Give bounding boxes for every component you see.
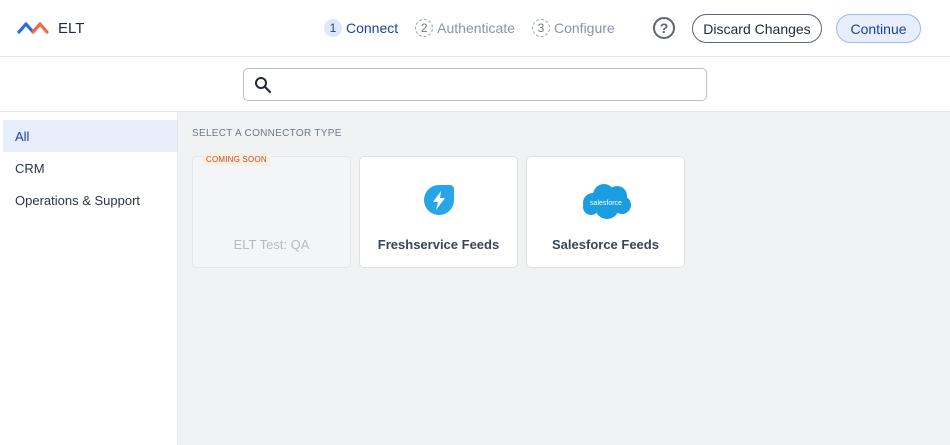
connector-card-salesforce-feeds[interactable]: salesforce Salesforce Feeds xyxy=(526,156,685,268)
app-header: ELT 1 Connect 2 Authenticate 3 Configure… xyxy=(0,0,950,57)
salesforce-icon: salesforce xyxy=(582,184,631,219)
wizard-steps: 1 Connect 2 Authenticate 3 Configure xyxy=(324,18,632,38)
connector-name: ELT Test: QA xyxy=(233,237,310,252)
step-connect[interactable]: 1 Connect xyxy=(324,19,398,37)
connector-card-elt-test-qa: COMING SOON ELT Test: QA xyxy=(192,153,351,268)
elt-logo-icon xyxy=(17,22,49,34)
step-number: 3 xyxy=(532,19,550,37)
sidebar-item-all[interactable]: All xyxy=(3,120,177,152)
step-number: 1 xyxy=(324,19,342,37)
continue-button[interactable]: Continue xyxy=(836,14,921,43)
app-title: ELT xyxy=(58,20,85,37)
connector-name: Freshservice Feeds xyxy=(377,237,500,252)
discard-changes-button[interactable]: Discard Changes xyxy=(692,14,822,43)
help-icon[interactable]: ? xyxy=(653,17,675,39)
step-configure[interactable]: 3 Configure xyxy=(532,19,615,37)
step-label: Configure xyxy=(554,20,615,36)
salesforce-icon-label: salesforce xyxy=(590,200,622,207)
coming-soon-badge: COMING SOON xyxy=(202,153,271,166)
search-bar xyxy=(0,57,950,112)
connector-card-freshservice-feeds[interactable]: Freshservice Feeds xyxy=(359,156,518,268)
freshservice-icon xyxy=(423,185,454,215)
sidebar-item-operations-support[interactable]: Operations & Support xyxy=(0,184,177,216)
step-label: Connect xyxy=(346,20,399,36)
search-input[interactable] xyxy=(280,74,695,96)
search-box[interactable] xyxy=(243,68,707,101)
category-sidebar: All CRM Operations & Support xyxy=(0,112,178,445)
step-authenticate[interactable]: 2 Authenticate xyxy=(415,19,515,37)
sidebar-item-crm[interactable]: CRM xyxy=(0,152,177,184)
step-label: Authenticate xyxy=(437,20,515,36)
connector-panel: SELECT A CONNECTOR TYPE COMING SOON ELT … xyxy=(178,112,950,445)
step-number: 2 xyxy=(415,19,434,37)
search-icon xyxy=(255,77,272,94)
connector-name: Salesforce Feeds xyxy=(552,237,659,252)
section-label: SELECT A CONNECTOR TYPE xyxy=(192,128,342,139)
